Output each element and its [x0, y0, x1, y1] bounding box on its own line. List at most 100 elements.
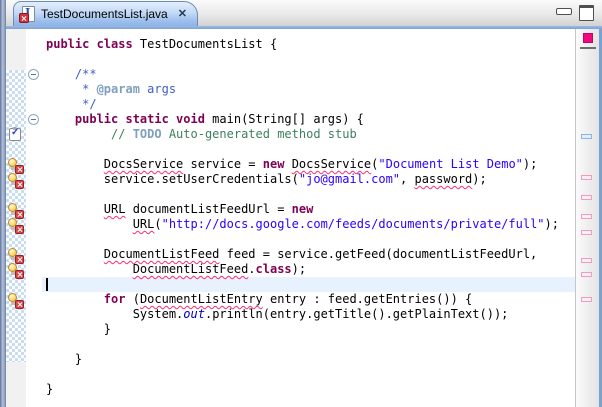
code-segment-plain: TestDocumentsList {	[140, 37, 277, 51]
code-segment-jtag: @param	[97, 82, 140, 96]
code-line[interactable]: URL("http://docs.google.com/feeds/docume…	[46, 217, 575, 232]
fold-collapse-icon[interactable]	[28, 114, 39, 125]
overview-error-marker[interactable]	[581, 272, 592, 277]
code-segment-plain: );	[472, 172, 486, 186]
error-quickfix-icon[interactable]	[8, 173, 24, 189]
code-segment-err: password	[414, 172, 472, 186]
code-segment-plain	[284, 157, 291, 171]
code-segment-str: "Document List Demo"	[378, 157, 523, 171]
code-line[interactable]: }	[46, 352, 575, 367]
tab-title: TestDocumentsList.java	[41, 7, 168, 21]
tab-bar: J TestDocumentsList.java ✕	[6, 0, 602, 26]
text-caret	[46, 278, 48, 291]
code-line[interactable]: URL documentListFeedUrl = new	[46, 202, 575, 217]
error-quickfix-icon[interactable]	[8, 158, 24, 174]
overview-error-marker[interactable]	[581, 297, 592, 302]
overview-error-marker[interactable]	[581, 258, 592, 263]
code-line[interactable]: */	[46, 97, 575, 112]
java-file-error-icon: J	[21, 6, 35, 22]
code-segment-plain: service =	[183, 157, 262, 171]
folding-bar[interactable]	[26, 29, 42, 407]
code-line[interactable]: // TODO Auto-generated method stub	[46, 127, 575, 142]
code-line[interactable]	[46, 52, 575, 67]
code-segment-plain	[46, 217, 133, 231]
code-segment-err: DocsService	[292, 157, 371, 171]
code-segment-err: DocsService	[104, 157, 183, 171]
code-segment-err: URL	[133, 217, 155, 231]
error-quickfix-icon[interactable]	[8, 263, 24, 279]
overview-error-marker[interactable]	[581, 230, 592, 235]
overview-error-marker[interactable]	[581, 195, 592, 200]
error-quickfix-icon[interactable]	[8, 293, 24, 309]
code-line[interactable]	[46, 337, 575, 352]
code-segment-kw: class	[256, 262, 292, 276]
overview-ruler[interactable]	[575, 29, 602, 407]
code-line[interactable]: }	[46, 382, 575, 397]
code-line[interactable]: DocsService service = new DocsService("D…	[46, 157, 575, 172]
code-segment-plain: );	[292, 262, 306, 276]
task-marker-icon[interactable]	[9, 128, 21, 141]
code-segment-plain: (	[154, 217, 161, 231]
maximize-icon[interactable]	[579, 5, 594, 21]
code-segment-plain: }	[46, 352, 82, 366]
code-segment-plain: }	[46, 382, 53, 396]
code-segment-kw: public static void	[46, 112, 212, 126]
code-line[interactable]: public class TestDocumentsList {	[46, 37, 575, 52]
code-segment-comment: Auto-generated method stub	[162, 127, 357, 141]
code-segment-err: DocumentListFeed	[133, 262, 249, 276]
code-line[interactable]	[46, 142, 575, 157]
code-line[interactable]: System.out.println(entry.getTitle().getP…	[46, 307, 575, 322]
code-segment-plain	[46, 247, 104, 261]
code-segment-plain	[46, 202, 104, 216]
error-badge-icon	[15, 180, 24, 189]
code-segment-plain	[46, 157, 104, 171]
overview-task-marker[interactable]	[581, 134, 592, 139]
editor-area: public class TestDocumentsList { /** * @…	[6, 29, 602, 407]
code-line[interactable]: public static void main(String[] args) {	[46, 112, 575, 127]
error-summary-indicator[interactable]	[583, 33, 593, 43]
code-segment-kw: new	[292, 202, 314, 216]
error-quickfix-icon[interactable]	[8, 248, 24, 264]
close-icon[interactable]: ✕	[178, 9, 187, 20]
code-segment-kw: new	[263, 157, 285, 171]
code-line[interactable]: DocumentListFeed feed = service.getFeed(…	[46, 247, 575, 262]
error-quickfix-icon[interactable]	[8, 218, 24, 234]
minimize-icon[interactable]	[556, 8, 572, 15]
fold-collapse-icon[interactable]	[28, 69, 39, 80]
code-line[interactable]	[46, 232, 575, 247]
code-segment-plain	[46, 292, 104, 306]
overview-error-marker[interactable]	[581, 175, 592, 180]
code-line[interactable]: * @param args	[46, 82, 575, 97]
overview-error-marker[interactable]	[581, 214, 592, 219]
error-quickfix-icon[interactable]	[8, 203, 24, 219]
code-segment-kw: for	[104, 292, 126, 306]
error-badge-icon	[15, 300, 24, 309]
code-line[interactable]: service.setUserCredentials("jo@gmail.com…	[46, 172, 575, 187]
code-segment-sfield: out	[183, 307, 205, 321]
code-line[interactable]	[46, 187, 575, 202]
code-segment-jdoc: /**	[46, 67, 97, 81]
code-segment-kw: public class	[46, 37, 140, 51]
code-line[interactable]: for (DocumentListEntry entry : feed.getE…	[46, 292, 575, 307]
code-line[interactable]	[46, 367, 575, 382]
code-line[interactable]: /**	[46, 67, 575, 82]
marker-bar[interactable]	[6, 29, 26, 407]
code-segment-plain: main(String[] args) {	[212, 112, 364, 126]
code-segment-str: "jo@gmail.com"	[299, 172, 400, 186]
overview-separator	[580, 47, 596, 49]
code-line[interactable]: DocumentListFeed.class);	[46, 262, 575, 277]
code-segment-err: DocumentListEntry	[140, 292, 263, 306]
code-line[interactable]: }	[46, 322, 575, 337]
code-line[interactable]	[46, 277, 575, 292]
code-segment-plain: (	[125, 292, 139, 306]
editor-tab[interactable]: J TestDocumentsList.java ✕	[13, 1, 198, 26]
code-segment-jdoc: */	[46, 97, 97, 111]
code-segment-task: TODO	[133, 127, 162, 141]
editor-main-column: J TestDocumentsList.java ✕ public class …	[6, 0, 602, 407]
error-overlay-icon	[19, 13, 29, 23]
code-segment-plain: .	[248, 262, 255, 276]
code-area[interactable]: public class TestDocumentsList { /** * @…	[42, 29, 575, 407]
code-segment-comment: //	[46, 127, 133, 141]
code-segment-plain: );	[545, 217, 559, 231]
view-buttons	[556, 5, 594, 21]
